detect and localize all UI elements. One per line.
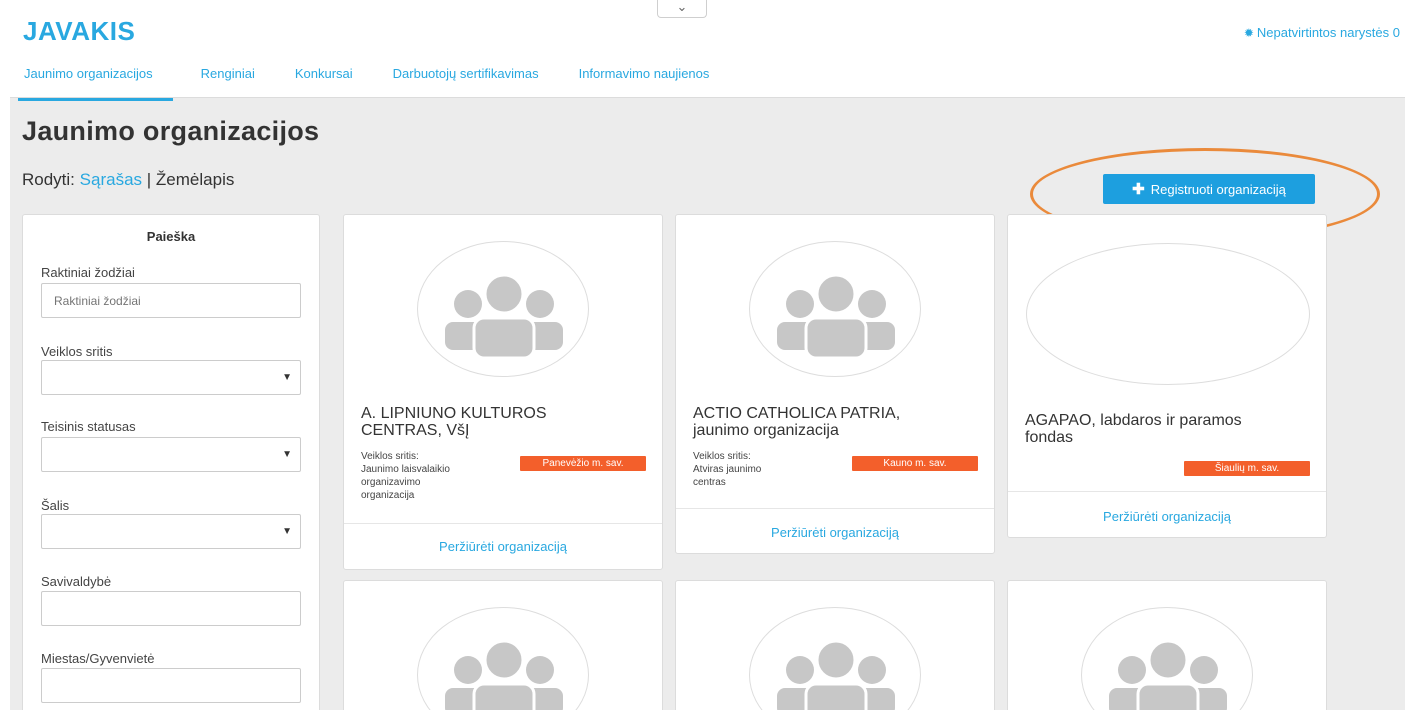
keywords-label: Raktiniai žodžiai <box>41 265 135 280</box>
activity-label: Veiklos sritis <box>41 344 113 359</box>
organization-sphere: Veiklos sritis: Atviras jaunimo centras <box>693 451 762 488</box>
search-panel: Paieška Raktiniai žodžiai Veiklos sritis… <box>22 214 320 710</box>
organization-card <box>675 580 995 710</box>
search-title: Paieška <box>146 229 196 244</box>
page-title: Jaunimo organizacijos <box>22 116 320 146</box>
caret-down-icon: ▼ <box>282 372 292 383</box>
group-placeholder-icon <box>417 607 589 710</box>
organization-card <box>1007 580 1327 710</box>
collapse-toggle[interactable]: ⌄ <box>657 0 707 18</box>
organization-name: ACTIO CATHOLICA PATRIA, jaunimo organiza… <box>693 405 901 439</box>
nav-item-renginiai[interactable]: Renginiai <box>201 66 255 93</box>
membership-label: Nepatvirtintos narystės 0 <box>1256 25 1400 40</box>
caret-down-icon: ▼ <box>282 526 292 537</box>
nav-item-sertifikavimas[interactable]: Darbuotojų sertifikavimas <box>393 66 539 93</box>
organization-name: A. LIPNIUNO KULTUROS CENTRAS, VšĮ <box>361 405 547 439</box>
caret-down-icon: ▼ <box>282 449 292 460</box>
organization-name: AGAPAO, labdaros ir paramos fondas <box>1025 412 1242 446</box>
nav-item-naujienos[interactable]: Informavimo naujienos <box>579 66 710 93</box>
plus-icon: ✚ <box>1132 181 1145 198</box>
card-footer <box>1008 491 1326 492</box>
organization-card <box>343 580 663 710</box>
municipality-badge: Šiaulių m. sav. <box>1184 461 1310 476</box>
organization-card: AGAPAO, labdaros ir paramos fondas Šiaul… <box>1007 214 1327 538</box>
view-prefix: Rodyti: <box>22 170 75 189</box>
legal-status-select[interactable]: ▼ <box>41 437 301 472</box>
main-nav: Jaunimo organizacijos Renginiai Konkursa… <box>18 66 749 101</box>
city-label: Miestas/Gyvenvietė <box>41 651 155 666</box>
register-organization-button[interactable]: ✚ Registruoti organizaciją <box>1103 174 1315 204</box>
membership-link[interactable]: ✹ Nepatvirtintos narystės 0 <box>1244 25 1400 40</box>
view-list-link[interactable]: Sąrašas <box>80 170 142 189</box>
view-organization-link[interactable]: Peržiūrėti organizaciją <box>676 525 994 540</box>
country-label: Šalis <box>41 498 70 513</box>
view-toggle: Rodyti: Sąrašas | Žemėlapis <box>22 170 234 190</box>
organization-logo-placeholder <box>1026 243 1310 385</box>
municipality-label: Savivaldybė <box>41 574 112 589</box>
register-button-label: Registruoti organizaciją <box>1150 181 1286 197</box>
activity-select[interactable]: ▼ <box>41 360 301 395</box>
card-footer <box>344 523 662 524</box>
keywords-input[interactable] <box>41 283 301 318</box>
view-organization-link[interactable]: Peržiūrėti organizaciją <box>344 539 662 554</box>
view-separator: | <box>146 170 152 189</box>
organization-card: A. LIPNIUNO KULTUROS CENTRAS, VšĮ Veiklo… <box>343 214 663 570</box>
gear-icon: ✹ <box>1243 26 1254 40</box>
group-placeholder-icon <box>749 241 921 377</box>
city-input[interactable] <box>41 668 301 703</box>
nav-item-konkursai[interactable]: Konkursai <box>295 66 353 93</box>
top-bar: JAVAKIS ⌄ ✹ Nepatvirtintos narystės 0 Jau… <box>10 0 1405 101</box>
group-placeholder-icon <box>749 607 921 710</box>
municipality-input[interactable] <box>41 591 301 626</box>
chevron-down-icon: ⌄ <box>676 0 688 14</box>
left-edge <box>0 0 10 710</box>
organization-sphere: Veiklos sritis: Jaunimo laisvalaikio org… <box>361 451 450 501</box>
nav-item-jaunimo-organizacijos[interactable]: Jaunimo organizacijos <box>18 66 173 101</box>
group-placeholder-icon <box>417 241 589 377</box>
country-select[interactable]: ▼ <box>41 514 301 549</box>
organization-card: ACTIO CATHOLICA PATRIA, jaunimo organiza… <box>675 214 995 554</box>
municipality-badge: Panevėžio m. sav. <box>520 456 646 471</box>
view-organization-link[interactable]: Peržiūrėti organizaciją <box>1008 509 1326 524</box>
legal-status-label: Teisinis statusas <box>41 419 136 434</box>
card-footer <box>676 508 994 509</box>
municipality-badge: Kauno m. sav. <box>852 456 978 471</box>
brand-logo[interactable]: JAVAKIS <box>23 16 135 47</box>
group-placeholder-icon <box>1081 607 1253 710</box>
view-map-link[interactable]: Žemėlapis <box>156 170 234 189</box>
